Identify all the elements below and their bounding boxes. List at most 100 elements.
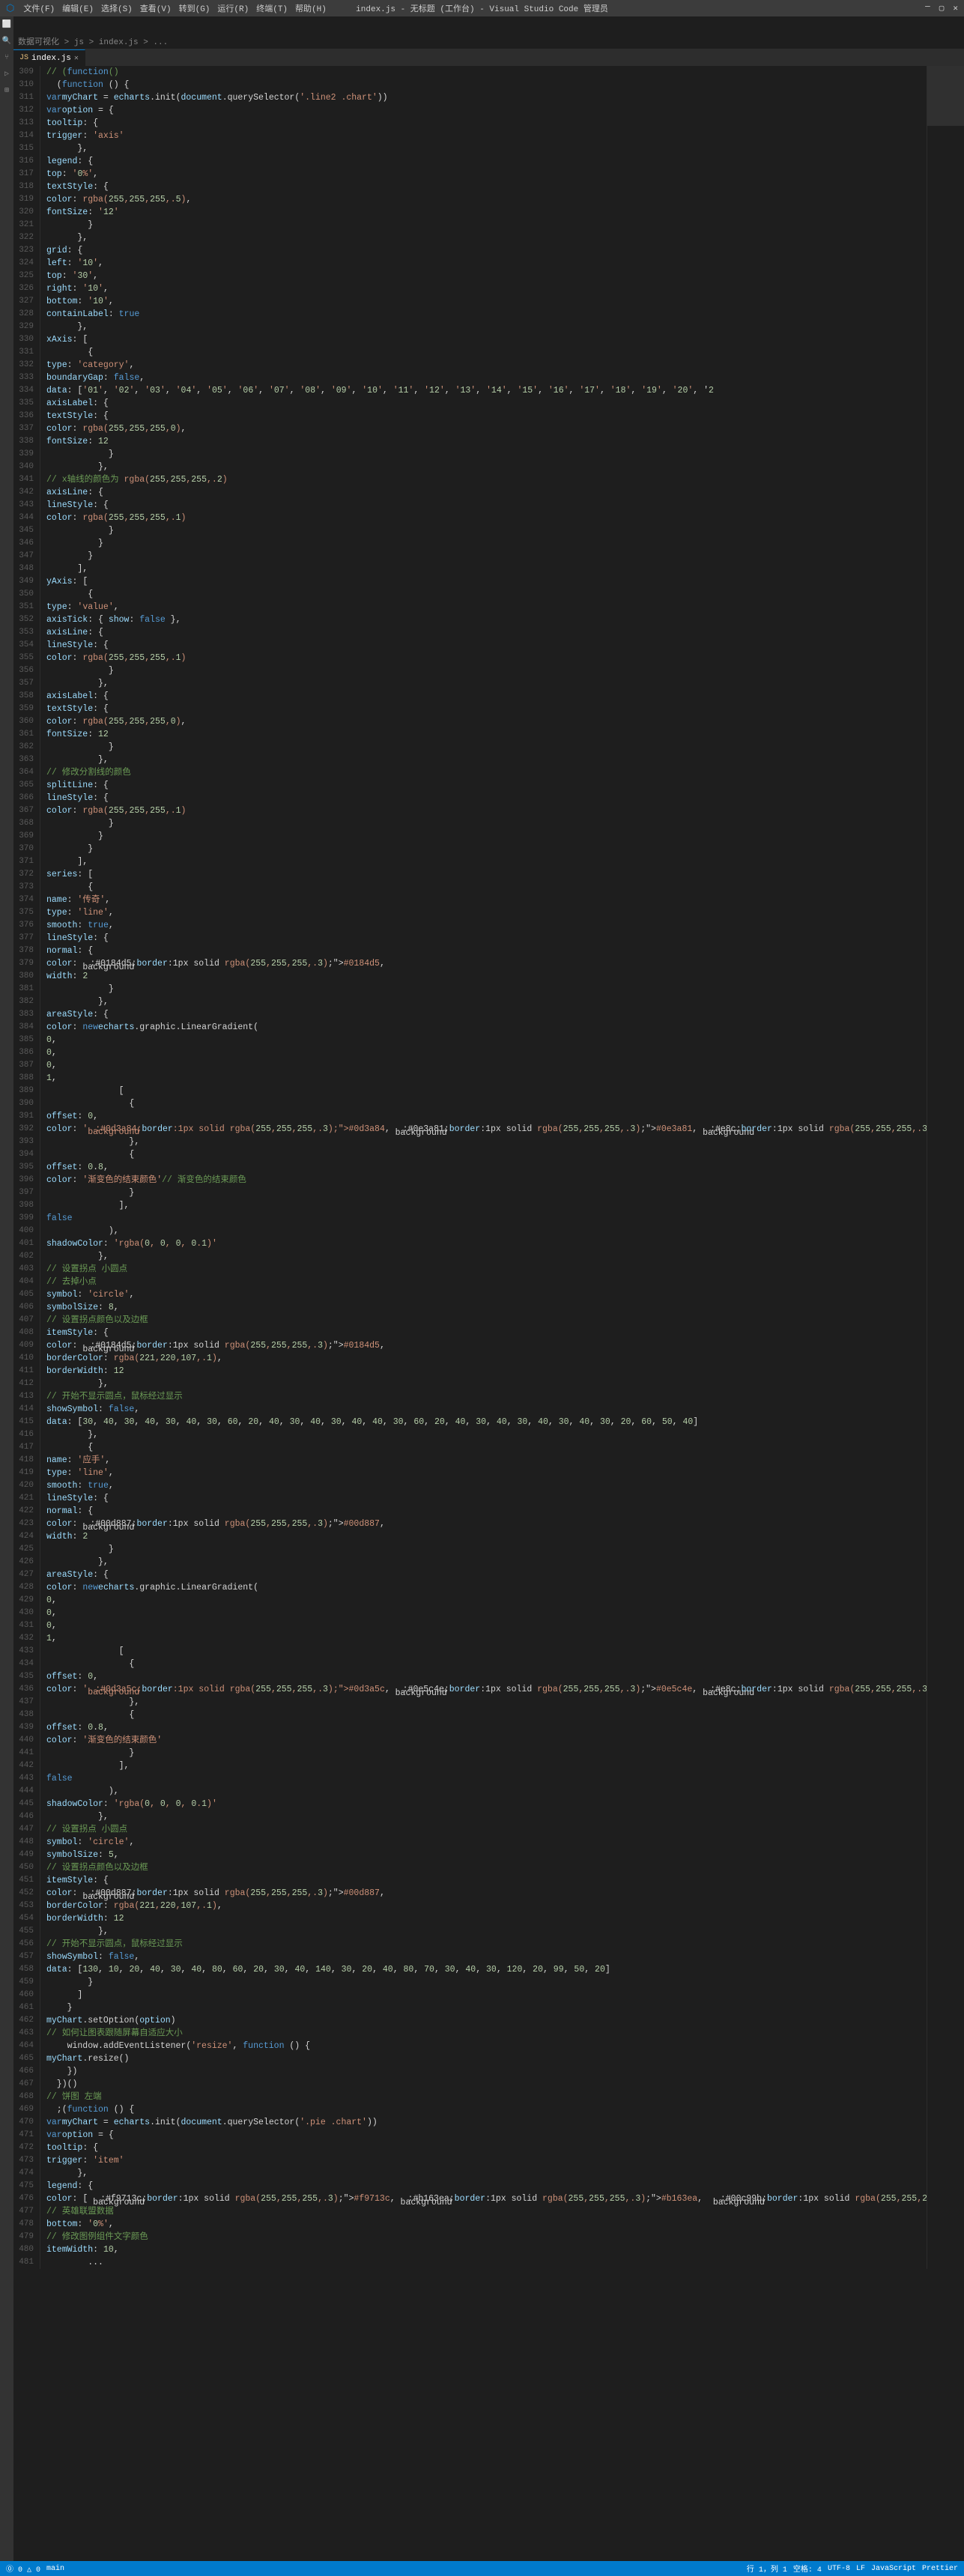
code-line-481[interactable]: ...: [46, 2256, 927, 2269]
code-line-327[interactable]: bottom: '10',: [46, 295, 927, 308]
code-line-330[interactable]: xAxis: [: [46, 333, 927, 346]
code-line-420[interactable]: smooth: true,: [46, 1479, 927, 1492]
code-line-479[interactable]: // 修改图例组件文字颜色: [46, 2231, 927, 2243]
code-line-472[interactable]: tooltip: {: [46, 2142, 927, 2154]
title-bar-menu[interactable]: 文件(F) 编辑(E) 选择(S) 查看(V) 转到(G) 运行(R) 终端(T…: [23, 2, 327, 14]
code-line-333[interactable]: boundaryGap: false,: [46, 372, 927, 384]
code-line-355[interactable]: color: rgba(255,255,255,.1): [46, 652, 927, 664]
code-line-336[interactable]: textStyle: {: [46, 410, 927, 422]
code-line-364[interactable]: // 修改分割线的颜色: [46, 766, 927, 779]
code-line-458[interactable]: data: [130, 10, 20, 40, 30, 40, 80, 60, …: [46, 1963, 927, 1976]
code-line-422[interactable]: normal: {: [46, 1505, 927, 1518]
code-line-371[interactable]: ],: [46, 855, 927, 868]
menu-help[interactable]: 帮助(H): [295, 2, 327, 14]
code-line-354[interactable]: lineStyle: {: [46, 639, 927, 652]
code-line-342[interactable]: axisLine: {: [46, 486, 927, 499]
debug-icon[interactable]: ▷: [1, 69, 12, 79]
code-line-318[interactable]: textStyle: {: [46, 181, 927, 193]
code-line-419[interactable]: type: 'line',: [46, 1467, 927, 1479]
language-mode[interactable]: JavaScript: [871, 2565, 916, 2573]
minimize-button[interactable]: ─: [925, 3, 930, 13]
code-line-436[interactable]: color: 'background:#0d3a5c;border:1px so…: [46, 1683, 927, 1696]
code-line-382[interactable]: },: [46, 995, 927, 1008]
code-line-421[interactable]: lineStyle: {: [46, 1492, 927, 1505]
code-line-427[interactable]: areaStyle: {: [46, 1569, 927, 1581]
code-line-335[interactable]: axisLabel: {: [46, 397, 927, 410]
code-editor[interactable]: // (function() (function () { var myChar…: [40, 66, 927, 2269]
code-line-392[interactable]: color: 'background:#0d3a84;border:1px so…: [46, 1123, 927, 1136]
code-line-373[interactable]: {: [46, 881, 927, 894]
extensions-icon[interactable]: ⊞: [1, 85, 12, 96]
code-line-471[interactable]: var option = {: [46, 2129, 927, 2142]
code-line-367[interactable]: color: rgba(255,255,255,.1): [46, 804, 927, 817]
code-line-441[interactable]: }: [46, 1747, 927, 1760]
code-line-475[interactable]: legend: {: [46, 2180, 927, 2192]
code-line-456[interactable]: // 开始不显示圆点，鼠标经过显示: [46, 1938, 927, 1951]
code-line-417[interactable]: {: [46, 1441, 927, 1454]
code-line-424[interactable]: width: 2: [46, 1530, 927, 1543]
code-line-321[interactable]: }: [46, 219, 927, 231]
code-line-447[interactable]: // 设置拐点 小圆点: [46, 1823, 927, 1836]
code-line-457[interactable]: showSymbol: false,: [46, 1951, 927, 1963]
code-line-315[interactable]: },: [46, 142, 927, 155]
code-line-352[interactable]: axisTick: { show: false },: [46, 613, 927, 626]
code-line-320[interactable]: fontSize: '12': [46, 206, 927, 219]
code-line-476[interactable]: color: [ background:#f9713c;border:1px s…: [46, 2192, 927, 2205]
code-line-453[interactable]: borderColor: rgba(221,220,107,.1),: [46, 1900, 927, 1912]
code-line-430[interactable]: 0,: [46, 1607, 927, 1619]
code-line-341[interactable]: // x轴线的颜色为 rgba(255,255,255,.2): [46, 473, 927, 486]
code-line-359[interactable]: textStyle: {: [46, 703, 927, 715]
code-line-360[interactable]: color: rgba(255,255,255,0),: [46, 715, 927, 728]
code-line-410[interactable]: borderColor: rgba(221,220,107,.1),: [46, 1352, 927, 1365]
menu-edit[interactable]: 编辑(E): [62, 2, 94, 14]
code-line-404[interactable]: // 去掉小点: [46, 1276, 927, 1288]
code-line-402[interactable]: },: [46, 1250, 927, 1263]
code-line-394[interactable]: {: [46, 1148, 927, 1161]
menu-goto[interactable]: 转到(G): [179, 2, 210, 14]
search-icon[interactable]: 🔍: [1, 36, 12, 46]
code-line-400[interactable]: ),: [46, 1225, 927, 1237]
code-line-412[interactable]: },: [46, 1378, 927, 1390]
code-line-334[interactable]: data: ['01', '02', '03', '04', '05', '06…: [46, 384, 927, 397]
code-line-435[interactable]: offset: 0,: [46, 1670, 927, 1683]
code-line-463[interactable]: // 如何让图表跟随屏幕自适应大小: [46, 2027, 927, 2040]
menu-run[interactable]: 运行(R): [217, 2, 249, 14]
code-line-397[interactable]: }: [46, 1187, 927, 1199]
code-line-426[interactable]: },: [46, 1556, 927, 1569]
code-line-353[interactable]: axisLine: {: [46, 626, 927, 639]
code-line-325[interactable]: top: '30',: [46, 270, 927, 282]
code-line-474[interactable]: },: [46, 2167, 927, 2180]
line-ending[interactable]: LF: [856, 2565, 865, 2573]
explorer-icon[interactable]: ⬜: [1, 19, 12, 30]
tab-index-js[interactable]: JS index.js ✕: [13, 49, 85, 66]
code-line-408[interactable]: itemStyle: {: [46, 1327, 927, 1339]
code-line-464[interactable]: window.addEventListener('resize', functi…: [46, 2040, 927, 2052]
code-line-432[interactable]: 1,: [46, 1632, 927, 1645]
code-line-437[interactable]: },: [46, 1696, 927, 1709]
code-line-478[interactable]: bottom: '0%',: [46, 2218, 927, 2231]
code-line-384[interactable]: color: new echarts.graphic.LinearGradien…: [46, 1021, 927, 1034]
code-line-395[interactable]: offset: 0.8,: [46, 1161, 927, 1174]
code-line-319[interactable]: color: rgba(255,255,255,.5),: [46, 193, 927, 206]
code-line-358[interactable]: axisLabel: {: [46, 690, 927, 703]
code-line-350[interactable]: {: [46, 588, 927, 601]
code-line-403[interactable]: // 设置拐点 小圆点: [46, 1263, 927, 1276]
code-line-389[interactable]: [: [46, 1085, 927, 1097]
code-line-454[interactable]: borderWidth: 12: [46, 1912, 927, 1925]
code-line-385[interactable]: 0,: [46, 1034, 927, 1046]
indentation[interactable]: 空格: 4: [793, 2563, 822, 2575]
code-line-312[interactable]: var option = {: [46, 104, 927, 117]
code-line-309[interactable]: // (function(): [46, 66, 927, 79]
code-line-455[interactable]: },: [46, 1925, 927, 1938]
code-line-376[interactable]: smooth: true,: [46, 919, 927, 932]
code-line-337[interactable]: color: rgba(255,255,255,0),: [46, 422, 927, 435]
code-line-409[interactable]: color: background:#0184d5;border:1px sol…: [46, 1339, 927, 1352]
code-line-377[interactable]: lineStyle: {: [46, 932, 927, 945]
code-line-326[interactable]: right: '10',: [46, 282, 927, 295]
code-line-440[interactable]: color: '渐变色的结束颜色': [46, 1734, 927, 1747]
code-line-339[interactable]: }: [46, 448, 927, 461]
code-line-418[interactable]: name: '应手',: [46, 1454, 927, 1467]
code-line-313[interactable]: tooltip: {: [46, 117, 927, 130]
code-line-407[interactable]: // 设置拐点颜色以及边框: [46, 1314, 927, 1327]
code-line-466[interactable]: }): [46, 2065, 927, 2078]
